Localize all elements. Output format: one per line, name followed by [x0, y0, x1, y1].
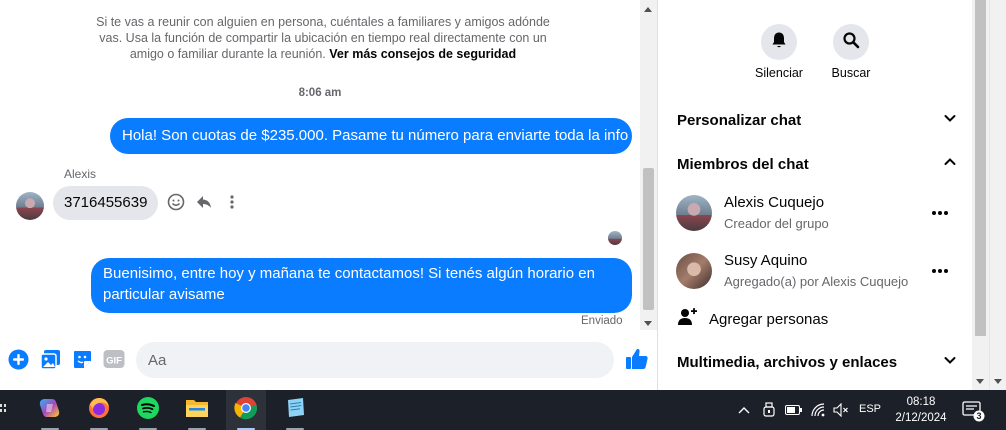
- search-button[interactable]: [833, 24, 869, 60]
- section-label: Multimedia, archivos y enlaces: [677, 353, 898, 371]
- member-name: Susy Aquino: [724, 252, 808, 269]
- chat-scrollbar[interactable]: [640, 0, 657, 330]
- section-label: Personalizar chat: [677, 111, 802, 129]
- scroll-up-arrow[interactable]: [644, 7, 652, 12]
- battery-icon[interactable]: [785, 402, 803, 418]
- emoji-icon[interactable]: [166, 192, 186, 212]
- notepad-icon: [283, 396, 307, 425]
- page-scrollbar[interactable]: [989, 0, 1006, 390]
- more-horizontal-icon[interactable]: [928, 203, 952, 223]
- message-outgoing[interactable]: Buenisimo, entre hoy y mañana te contact…: [91, 258, 632, 313]
- system-clock[interactable]: 08:18 2/12/2024: [886, 394, 956, 426]
- composer: GIF: [0, 330, 743, 390]
- safety-notice: Si te vas a reunir con alguien en person…: [88, 14, 558, 62]
- taskbar-app-notepad[interactable]: [275, 390, 315, 430]
- spotify-icon: [136, 396, 160, 425]
- avatar[interactable]: [676, 195, 712, 231]
- scrollbar-thumb[interactable]: [643, 168, 654, 310]
- copilot-icon: [38, 396, 62, 425]
- bell-icon: [770, 31, 788, 54]
- message-actions: [166, 192, 242, 212]
- member-row[interactable]: Alexis Cuquejo Creador del grupo: [676, 191, 958, 235]
- firefox-icon: [87, 396, 111, 425]
- avatar[interactable]: [676, 253, 712, 289]
- search-label: Buscar: [831, 66, 871, 80]
- message-input-container[interactable]: [136, 342, 743, 378]
- chevron-up-icon[interactable]: [736, 402, 752, 418]
- wifi-icon[interactable]: [810, 402, 828, 418]
- more-vertical-icon[interactable]: [222, 192, 242, 212]
- scroll-down-arrow[interactable]: [994, 379, 1002, 384]
- notification-center-icon[interactable]: 3: [962, 400, 986, 422]
- media-files-section[interactable]: Multimedia, archivos y enlaces: [677, 351, 957, 373]
- clock-time: 08:18: [906, 396, 936, 408]
- message-outgoing[interactable]: Hola! Son cuotas de $235.000. Pasame tu …: [110, 118, 632, 154]
- taskbar-app-file-explorer[interactable]: [177, 390, 217, 430]
- svg-text:GIF: GIF: [106, 356, 122, 367]
- input-language[interactable]: ESP: [859, 403, 881, 415]
- seen-avatar: [608, 231, 622, 245]
- taskbar-app-copilot[interactable]: [30, 390, 70, 430]
- mute-button[interactable]: [761, 24, 797, 60]
- plus-circle-icon[interactable]: [7, 348, 29, 370]
- gif-icon[interactable]: GIF: [103, 348, 125, 370]
- add-people-label: Agregar personas: [709, 310, 829, 328]
- mute-label: Silenciar: [755, 66, 803, 80]
- chevron-up-icon: [943, 155, 957, 174]
- scrollbar-thumb[interactable]: [975, 0, 986, 336]
- volume-muted-icon[interactable]: [832, 402, 850, 418]
- task-view-icon[interactable]: [0, 402, 8, 418]
- member-row[interactable]: Susy Aquino Agregado(a) por Alexis Cuque…: [676, 249, 958, 293]
- message-incoming[interactable]: 3716455639: [53, 186, 159, 220]
- notification-badge: 3: [976, 411, 982, 421]
- search-icon: [842, 31, 860, 54]
- avatar[interactable]: [16, 192, 44, 220]
- chat-members-section[interactable]: Miembros del chat: [677, 153, 957, 175]
- message-status: Enviado: [581, 315, 623, 327]
- chevron-down-icon: [943, 353, 957, 372]
- clock-date: 2/12/2024: [895, 412, 947, 424]
- scroll-down-arrow[interactable]: [976, 379, 984, 384]
- message-input[interactable]: [148, 342, 578, 378]
- taskbar-app-chrome[interactable]: [226, 390, 266, 430]
- photo-icon[interactable]: [39, 348, 61, 370]
- safety-tips-link[interactable]: Ver más consejos de seguridad: [329, 47, 516, 61]
- scroll-down-arrow[interactable]: [644, 321, 652, 326]
- file-explorer-icon: [185, 397, 209, 424]
- screen: Si te vas a reunir con alguien en person…: [0, 0, 1006, 430]
- info-scrollbar[interactable]: [972, 0, 989, 390]
- section-label: Miembros del chat: [677, 155, 809, 173]
- member-role: Agregado(a) por Alexis Cuquejo: [724, 274, 909, 289]
- customize-chat-section[interactable]: Personalizar chat: [677, 109, 957, 131]
- taskbar-app-spotify[interactable]: [128, 390, 168, 430]
- member-role: Creador del grupo: [724, 216, 829, 231]
- time-separator: 8:06 am: [298, 87, 342, 99]
- sticker-icon[interactable]: [71, 348, 93, 370]
- chrome-icon: [234, 396, 258, 425]
- member-name: Alexis Cuquejo: [724, 194, 825, 211]
- chevron-down-icon: [943, 111, 957, 130]
- more-horizontal-icon[interactable]: [928, 261, 952, 281]
- chat-info-pane: Silenciar Buscar Personalizar chat Miemb…: [658, 0, 972, 390]
- thumbs-up-icon[interactable]: [624, 346, 650, 372]
- sender-name: Alexis: [64, 167, 97, 181]
- chat-pane: Si te vas a reunir con alguien en person…: [0, 0, 743, 390]
- taskbar-app-firefox[interactable]: [79, 390, 119, 430]
- usb-device-icon[interactable]: [761, 402, 777, 418]
- reply-icon[interactable]: [194, 192, 214, 212]
- add-people-button[interactable]: Agregar personas: [677, 307, 828, 331]
- message-list[interactable]: Si te vas a reunir con alguien en person…: [0, 0, 640, 330]
- add-person-icon: [677, 307, 697, 332]
- taskbar: ESP 08:18 2/12/2024 3: [0, 390, 1006, 430]
